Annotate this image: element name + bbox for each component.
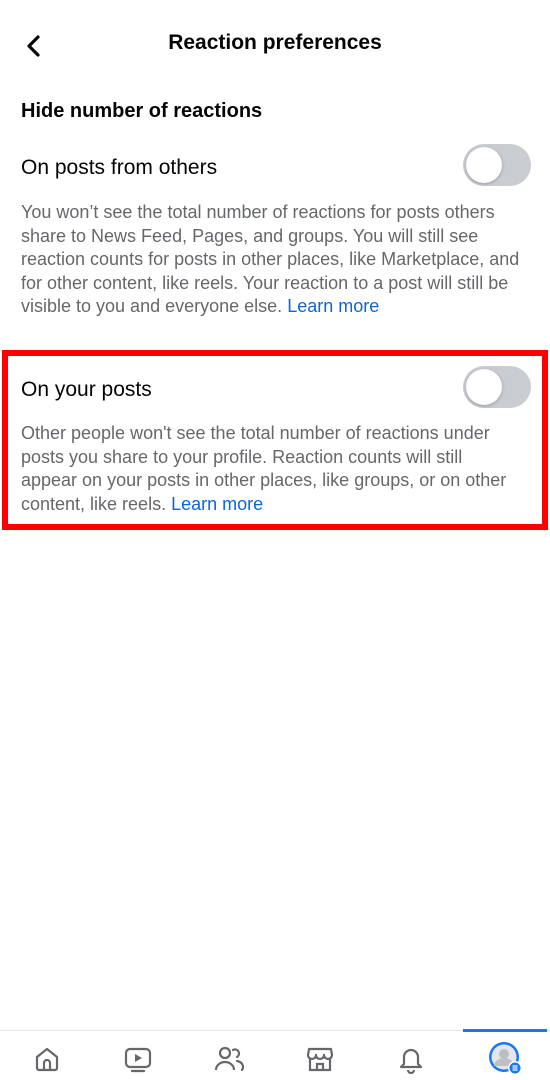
nav-friends[interactable] bbox=[206, 1039, 252, 1079]
setting-title: On posts from others bbox=[21, 156, 218, 179]
nav-marketplace[interactable] bbox=[297, 1039, 343, 1079]
nav-notifications[interactable] bbox=[388, 1039, 434, 1079]
profile-menu-icon bbox=[489, 1042, 522, 1075]
friends-icon bbox=[214, 1046, 245, 1072]
marketplace-icon bbox=[306, 1047, 334, 1072]
section-heading: Hide number of reactions bbox=[21, 100, 263, 122]
description-text: Other people won't see the total number … bbox=[21, 423, 507, 514]
active-tab-indicator bbox=[463, 1029, 547, 1032]
your-posts-toggle[interactable] bbox=[463, 366, 531, 408]
learn-more-link[interactable]: Learn more bbox=[171, 494, 263, 514]
nav-menu-profile[interactable] bbox=[482, 1039, 528, 1079]
setting-description: Other people won't see the total number … bbox=[21, 422, 521, 516]
nav-video[interactable] bbox=[115, 1039, 161, 1079]
posts-from-others-toggle[interactable] bbox=[463, 144, 531, 186]
setting-description: You won’t see the total number of reacti… bbox=[21, 201, 521, 319]
setting-title: On your posts bbox=[21, 378, 152, 401]
toggle-knob bbox=[466, 369, 502, 405]
nav-home[interactable] bbox=[24, 1039, 70, 1079]
toggle-knob bbox=[466, 147, 502, 183]
bottom-nav bbox=[0, 1029, 550, 1080]
learn-more-link[interactable]: Learn more bbox=[287, 296, 379, 316]
bell-icon bbox=[399, 1048, 423, 1074]
home-icon bbox=[35, 1047, 59, 1072]
page-title: Reaction preferences bbox=[168, 31, 382, 54]
description-text: You won’t see the total number of reacti… bbox=[21, 202, 520, 316]
video-icon bbox=[124, 1047, 152, 1073]
header: Reaction preferences bbox=[0, 0, 550, 88]
